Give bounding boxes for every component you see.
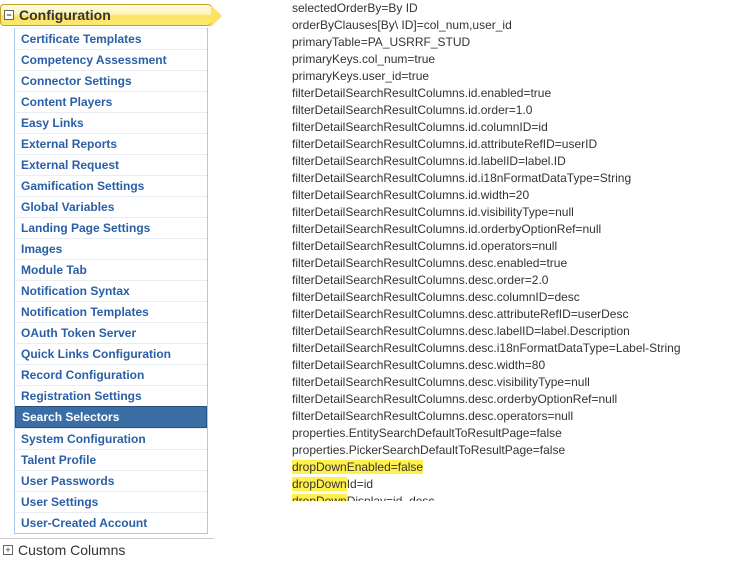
sidebar-item[interactable]: Certificate Templates <box>15 28 207 49</box>
property-line: filterDetailSearchResultColumns.desc.lab… <box>292 323 731 340</box>
property-line: filterDetailSearchResultColumns.id.visib… <box>292 204 731 221</box>
sidebar-item[interactable]: Search Selectors <box>15 406 207 428</box>
expand-icon[interactable]: + <box>3 545 13 555</box>
section-header-custom-columns[interactable]: + Custom Columns <box>0 538 214 561</box>
property-line: filterDetailSearchResultColumns.id.i18nF… <box>292 170 731 187</box>
section-title: Custom Columns <box>18 542 125 558</box>
sidebar-item[interactable]: Record Configuration <box>15 364 207 385</box>
property-line: filterDetailSearchResultColumns.id.opera… <box>292 238 731 255</box>
property-line: filterDetailSearchResultColumns.id.label… <box>292 153 731 170</box>
property-line: filterDetailSearchResultColumns.desc.ena… <box>292 255 731 272</box>
property-line: orderByClauses[By\ ID]=col_num,user_id <box>292 17 731 34</box>
property-line: filterDetailSearchResultColumns.desc.vis… <box>292 374 731 391</box>
property-line: filterDetailSearchResultColumns.desc.ord… <box>292 272 731 289</box>
property-line: dropDownDisplay=id, desc <box>292 493 731 501</box>
sidebar-item[interactable]: Landing Page Settings <box>15 217 207 238</box>
sidebar-item[interactable]: Images <box>15 238 207 259</box>
sidebar-item[interactable]: Registration Settings <box>15 385 207 406</box>
property-line: properties.PickerSearchDefaultToResultPa… <box>292 442 731 459</box>
sidebar-item[interactable]: External Reports <box>15 133 207 154</box>
sidebar-item[interactable]: Global Variables <box>15 196 207 217</box>
sidebar-item[interactable]: OAuth Token Server <box>15 322 207 343</box>
config-properties-panel: selectedOrderBy=By IDorderByClauses[By\ … <box>214 0 739 501</box>
sidebar-item[interactable]: User-Created Account <box>15 512 207 533</box>
sidebar-item[interactable]: Connector Settings <box>15 70 207 91</box>
property-line: filterDetailSearchResultColumns.desc.ope… <box>292 408 731 425</box>
sidebar-item[interactable]: External Request <box>15 154 207 175</box>
property-line: filterDetailSearchResultColumns.id.attri… <box>292 136 731 153</box>
sidebar-item[interactable]: System Configuration <box>15 428 207 449</box>
property-line: filterDetailSearchResultColumns.desc.col… <box>292 289 731 306</box>
section-header-configuration[interactable]: − Configuration <box>0 4 212 26</box>
section-title: Configuration <box>19 7 111 23</box>
nav-list: Certificate TemplatesCompetency Assessme… <box>14 28 208 534</box>
property-line: properties.EntitySearchDefaultToResultPa… <box>292 425 731 442</box>
property-line: filterDetailSearchResultColumns.desc.wid… <box>292 357 731 374</box>
property-line: primaryTable=PA_USRRF_STUD <box>292 34 731 51</box>
property-line: filterDetailSearchResultColumns.id.order… <box>292 221 731 238</box>
sidebar-item[interactable]: Quick Links Configuration <box>15 343 207 364</box>
sidebar-item[interactable]: Module Tab <box>15 259 207 280</box>
sidebar-item[interactable]: Competency Assessment <box>15 49 207 70</box>
sidebar-item[interactable]: User Settings <box>15 491 207 512</box>
property-line: filterDetailSearchResultColumns.id.colum… <box>292 119 731 136</box>
property-line: filterDetailSearchResultColumns.id.enabl… <box>292 85 731 102</box>
sidebar: − Configuration Certificate TemplatesCom… <box>0 0 214 501</box>
property-line: dropDownEnabled=false <box>292 459 731 476</box>
property-line: filterDetailSearchResultColumns.id.order… <box>292 102 731 119</box>
property-line: selectedOrderBy=By ID <box>292 0 731 17</box>
sidebar-item[interactable]: Talent Profile <box>15 449 207 470</box>
sidebar-item[interactable]: User Passwords <box>15 470 207 491</box>
sidebar-item[interactable]: Notification Syntax <box>15 280 207 301</box>
sidebar-item[interactable]: Easy Links <box>15 112 207 133</box>
property-line: primaryKeys.col_num=true <box>292 51 731 68</box>
property-line: filterDetailSearchResultColumns.desc.i18… <box>292 340 731 357</box>
sidebar-item[interactable]: Gamification Settings <box>15 175 207 196</box>
property-line: filterDetailSearchResultColumns.desc.ord… <box>292 391 731 408</box>
collapse-icon[interactable]: − <box>4 10 14 20</box>
property-line: dropDownId=id <box>292 476 731 493</box>
sidebar-item[interactable]: Content Players <box>15 91 207 112</box>
property-line: filterDetailSearchResultColumns.id.width… <box>292 187 731 204</box>
property-line: primaryKeys.user_id=true <box>292 68 731 85</box>
sidebar-item[interactable]: Notification Templates <box>15 301 207 322</box>
property-line: filterDetailSearchResultColumns.desc.att… <box>292 306 731 323</box>
